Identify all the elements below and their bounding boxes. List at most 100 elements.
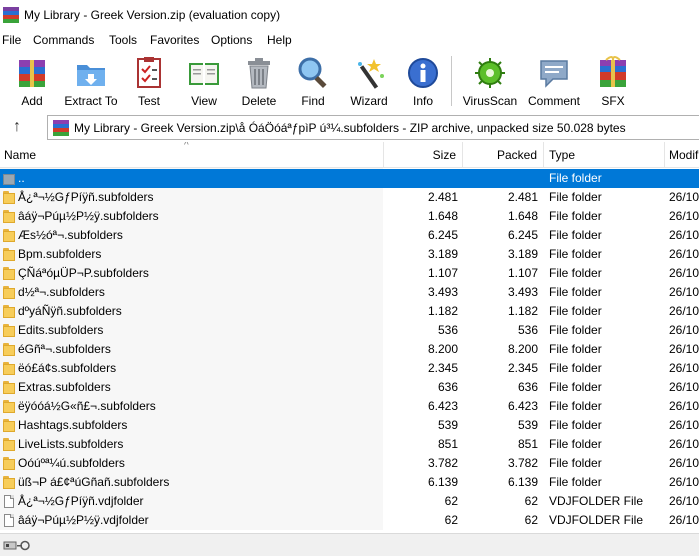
- table-row[interactable]: ëó£á¢s.subfolders 2.345 2.345 File folder 26…: [0, 359, 699, 378]
- file-packed-size: 2.481: [507, 190, 538, 204]
- add-button[interactable]: Add: [6, 54, 58, 108]
- table-row[interactable]: âáÿ¬Púµ½P½ÿ.subfolders 1.648 1.648 File fol…: [0, 207, 699, 226]
- file-modified: [669, 169, 699, 188]
- wizard-button[interactable]: Wizard: [344, 54, 394, 108]
- file-size: 2.481: [427, 190, 458, 204]
- column-header-modified[interactable]: Modifi: [665, 142, 699, 168]
- virus-icon: [475, 58, 505, 88]
- virusscan-label: VirusScan: [462, 94, 518, 108]
- path-bar: ↑ My Library - Greek Version.zip\å ÓáÖóá…: [0, 114, 699, 140]
- table-row[interactable]: dºyáÑÿñ.subfolders 1.182 1.182 File folder 2…: [0, 302, 699, 321]
- winrar-app-icon[interactable]: [3, 7, 19, 23]
- find-button[interactable]: Find: [290, 54, 336, 108]
- wizard-label: Wizard: [350, 94, 388, 108]
- open-book-icon: [189, 63, 219, 85]
- virusscan-button[interactable]: VirusScan: [461, 54, 519, 108]
- column-header-name[interactable]: Name ^: [0, 142, 384, 168]
- file-name: âáÿ¬Púµ½P½ÿ.subfolders: [18, 209, 159, 223]
- file-size: 6.423: [427, 399, 458, 413]
- table-row[interactable]: Extras.subfolders 636 636 File folder 26/10: [0, 378, 699, 397]
- file-name: d½ª¬.subfolders: [18, 285, 105, 299]
- table-row[interactable]: LiveLists.subfolders 851 851 File folder 26/…: [0, 435, 699, 454]
- folder-icon: [3, 210, 15, 223]
- find-label: Find: [301, 94, 325, 108]
- file-type: File folder: [549, 437, 602, 451]
- column-size-label: Size: [432, 148, 456, 162]
- menu-bar: File Commands Tools Favorites Options He…: [0, 30, 699, 50]
- up-arrow-icon[interactable]: ↑: [8, 118, 26, 136]
- file-packed-size: 2.345: [507, 361, 538, 375]
- table-row[interactable]: ÇÑáªóµÜP¬P.subfolders 1.107 1.107 File fold…: [0, 264, 699, 283]
- table-row[interactable]: ëÿóóá½G«ñ£¬.subfolders 6.423 6.423 File fol…: [0, 397, 699, 416]
- file-modified: 26/10: [669, 475, 699, 489]
- menu-commands[interactable]: Commands: [33, 33, 94, 47]
- test-button[interactable]: Test: [126, 54, 172, 108]
- file-size: 6.245: [427, 228, 458, 242]
- file-name: dºyáÑÿñ.subfolders: [18, 304, 122, 318]
- table-row[interactable]: Æs½óª¬.subfolders 6.245 6.245 File folder 26…: [0, 226, 699, 245]
- file-name: Æs½óª¬.subfolders: [18, 228, 123, 242]
- file-size: 62: [444, 494, 458, 508]
- view-button[interactable]: View: [178, 54, 230, 108]
- menu-tools[interactable]: Tools: [109, 33, 137, 47]
- table-row[interactable]: Hashtags.subfolders 539 539 File folder 26/1…: [0, 416, 699, 435]
- file-modified: 26/10: [669, 285, 699, 299]
- folder-icon: [3, 419, 15, 432]
- file-modified: 26/10: [669, 190, 699, 204]
- file-packed-size: 1.107: [507, 266, 538, 280]
- folder-icon: [3, 191, 15, 204]
- folder-icon: [3, 476, 15, 489]
- toolbar-separator: [451, 56, 452, 106]
- table-row[interactable]: d½ª¬.subfolders 3.493 3.493 File folder 26/1…: [0, 283, 699, 302]
- table-row[interactable]: Edits.subfolders 536 536 File folder 26/10: [0, 321, 699, 340]
- parent-folder-icon: [3, 172, 15, 185]
- menu-help[interactable]: Help: [267, 33, 292, 47]
- file-name: Å¿ª¬½GƒPíÿñ.subfolders: [18, 190, 154, 204]
- table-row[interactable]: Å¿ª¬½GƒPíÿñ.vdjfolder 62 62 VDJFOLDER File 2…: [0, 492, 699, 511]
- table-row[interactable]: Oóúºª¼ú.subfolders 3.782 3.782 File folder 2…: [0, 454, 699, 473]
- sfx-button[interactable]: SFX: [590, 54, 636, 108]
- file-modified: 26/10: [669, 437, 699, 451]
- file-type: File folder: [549, 399, 602, 413]
- parent-folder-row[interactable]: .. File folder: [0, 169, 699, 188]
- comment-button[interactable]: Comment: [524, 54, 584, 108]
- folder-extract-icon: [77, 65, 105, 86]
- file-modified: 26/10: [669, 247, 699, 261]
- menu-favorites[interactable]: Favorites: [150, 33, 199, 47]
- sort-ascending-icon: ^: [184, 142, 189, 151]
- file-modified: 26/10: [669, 266, 699, 280]
- file-packed-size: 8.200: [507, 342, 538, 356]
- table-row[interactable]: Bpm.subfolders 3.189 3.189 File folder 26/10: [0, 245, 699, 264]
- file-type: File folder: [549, 323, 602, 337]
- file-list[interactable]: Name ^ Size Packed Type Modifi .. File fo…: [0, 142, 699, 530]
- extract-to-button[interactable]: Extract To: [62, 54, 120, 108]
- file-name: Extras.subfolders: [18, 380, 111, 394]
- file-modified: 26/10: [669, 323, 699, 337]
- info-button[interactable]: Info: [400, 54, 446, 108]
- path-field[interactable]: My Library - Greek Version.zip\å ÓáÖóáªƒ…: [47, 115, 699, 140]
- drive-key-icon[interactable]: [3, 539, 35, 552]
- file-packed-size: 851: [517, 437, 538, 451]
- file-modified: 26/10: [669, 209, 699, 223]
- file-icon: [3, 514, 15, 527]
- table-row[interactable]: éGñª¬.subfolders 8.200 8.200 File folder 26/…: [0, 340, 699, 359]
- file-modified: 26/10: [669, 399, 699, 413]
- table-row[interactable]: âáÿ¬Púµ½P½ÿ.vdjfolder 62 62 VDJFOLDER File 2…: [0, 511, 699, 530]
- column-header-row: Name ^ Size Packed Type Modifi: [0, 142, 699, 168]
- delete-label: Delete: [241, 94, 277, 108]
- column-header-type[interactable]: Type: [544, 142, 665, 168]
- file-type: File folder: [549, 304, 602, 318]
- menu-file[interactable]: File: [2, 33, 21, 47]
- magic-wand-icon: [358, 59, 384, 89]
- file-name: üß¬P á£¢ªúGñañ.subfolders: [18, 475, 170, 489]
- file-modified: 26/10: [669, 361, 699, 375]
- column-header-packed[interactable]: Packed: [463, 142, 544, 168]
- column-header-size[interactable]: Size: [384, 142, 463, 168]
- table-row[interactable]: üß¬P á£¢ªúGñañ.subfolders 6.139 6.139 File …: [0, 473, 699, 492]
- file-type: VDJFOLDER File: [549, 494, 644, 508]
- table-row[interactable]: Å¿ª¬½GƒPíÿñ.subfolders 2.481 2.481 File fol…: [0, 188, 699, 207]
- menu-options[interactable]: Options: [211, 33, 252, 47]
- file-type: File folder: [549, 456, 602, 470]
- delete-button[interactable]: Delete: [236, 54, 282, 108]
- gift-box-icon: [600, 56, 626, 87]
